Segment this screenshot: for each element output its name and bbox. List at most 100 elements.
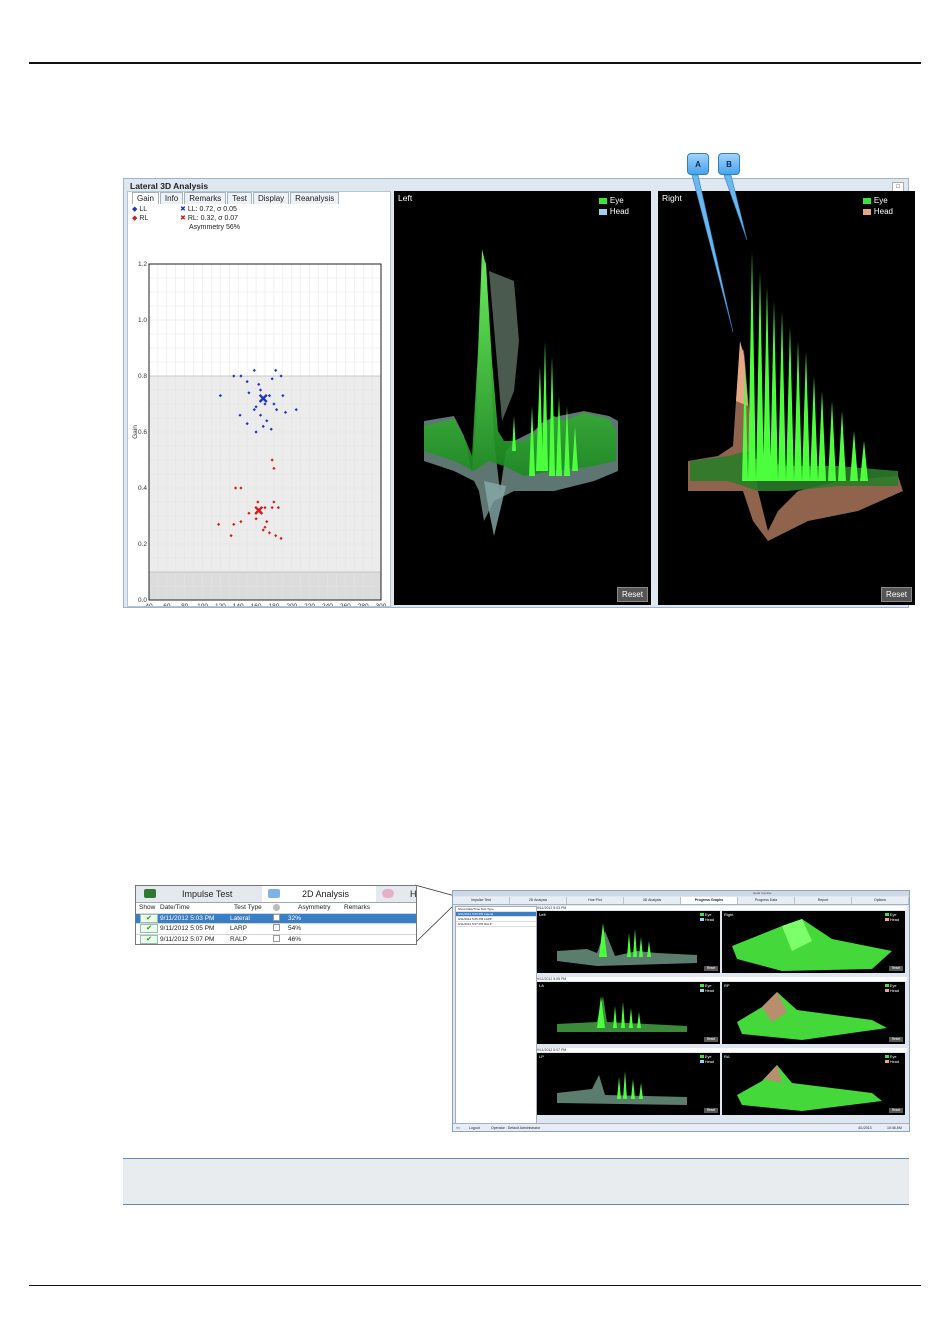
mini-legend: Eye Head xyxy=(699,913,714,923)
eye-label: Eye xyxy=(889,913,897,917)
tab-2d-analysis[interactable]: 2D Analysis xyxy=(262,886,376,902)
app-title: Head Impulse xyxy=(753,891,772,895)
mini-3d-view[interactable]: RA Eye Head Reset xyxy=(722,1053,905,1115)
row-datetime: 9/11/2012 5:03 PM xyxy=(160,914,215,922)
col-datetime: Date/Time xyxy=(160,904,190,911)
tab-label: H xyxy=(410,889,417,899)
head-impulse-app: Head Impulse Impulse Test 2D Analysis Hu… xyxy=(452,890,910,1132)
status-date: 4/1/2013 xyxy=(858,1126,872,1130)
info-icon xyxy=(273,904,280,911)
head-label: Head xyxy=(889,918,899,922)
eye-label: Eye xyxy=(889,984,897,988)
row-header: 9/11/2012 5:03 PM xyxy=(537,906,907,910)
row-checkbox[interactable] xyxy=(273,934,280,942)
reset-button[interactable]: Reset xyxy=(704,1037,718,1042)
row-type: RALP xyxy=(230,935,247,943)
mini-legend: Eye Head xyxy=(884,984,899,994)
row-asymmetry: 54% xyxy=(288,925,302,932)
reset-button[interactable]: Reset xyxy=(704,1108,718,1113)
logout-button[interactable]: Logout xyxy=(469,1124,480,1131)
mini-title: RP xyxy=(724,983,730,988)
app-tabs: Impulse Test 2D Analysis Hue Plot 3D Ana… xyxy=(453,897,909,905)
mini-surface xyxy=(557,1071,687,1105)
tab-2d-analysis[interactable]: 2D Analysis xyxy=(510,897,567,904)
mini-surface xyxy=(737,1065,882,1111)
row-header: 9/11/2012 5:05 PM xyxy=(537,977,907,981)
mini-title: Left xyxy=(539,912,546,917)
check-icon[interactable]: ✔ xyxy=(140,913,158,923)
mini-surface xyxy=(732,919,892,971)
app-titlebar: Head Impulse xyxy=(453,891,909,896)
tab-options[interactable]: Options xyxy=(852,897,909,904)
mini-legend: Eye Head xyxy=(884,1055,899,1065)
col-asymmetry: Asymmetry xyxy=(298,904,331,911)
test-grid: Show Date/Time Test Type Asymmetry Remar… xyxy=(136,903,416,945)
mini-title: Right xyxy=(724,912,734,917)
eye-label: Eye xyxy=(704,984,712,988)
bottom-rule xyxy=(29,1285,921,1286)
col-remarks: Remarks xyxy=(344,904,371,911)
row-asymmetry: 46% xyxy=(288,935,302,943)
row-checkbox[interactable] xyxy=(273,924,280,931)
test-list-zoom-inset: Impulse Test 2D Analysis H Show Date/Tim… xyxy=(135,885,417,945)
reset-button[interactable]: Reset xyxy=(889,966,903,971)
eye-label: Eye xyxy=(889,1055,897,1059)
mini-surface xyxy=(737,992,887,1040)
reset-button[interactable]: Reset xyxy=(889,1108,903,1113)
eye-label: Eye xyxy=(704,913,712,917)
head-label: Head xyxy=(704,989,714,993)
reset-button[interactable]: Reset xyxy=(889,1037,903,1042)
mini-3d-view[interactable]: Left Eye Head Reset xyxy=(537,911,720,973)
inset-tabs: Impulse Test 2D Analysis H xyxy=(136,886,416,903)
head-label: Head xyxy=(889,1060,899,1064)
mini-3d-view[interactable]: LA Eye Head Reset xyxy=(537,982,720,1044)
grid-header: Show Date/Time Test Type Asymmetry Remar… xyxy=(136,903,416,914)
tab-label: Impulse Test xyxy=(182,889,233,899)
mini-3d-view[interactable]: RP Eye Head Reset xyxy=(722,982,905,1044)
row-asymmetry: 32% xyxy=(288,914,302,922)
progress-graphs-area: 9/11/2012 5:03 PM Left Eye Head Reset Rig… xyxy=(537,906,907,1122)
head-label: Head xyxy=(889,989,899,993)
table-row[interactable]: ✔ 9/11/2012 5:05 PM LARP 54% xyxy=(136,924,416,935)
tab-impulse-test[interactable]: Impulse Test xyxy=(136,886,262,902)
back-button[interactable]: << xyxy=(456,1124,460,1131)
status-time: 10:46 AM xyxy=(887,1126,902,1130)
mini-title: LA xyxy=(539,983,544,988)
head-label: Head xyxy=(704,1060,714,1064)
mini-surface xyxy=(557,996,687,1032)
mini-legend: Eye Head xyxy=(699,1055,714,1065)
mini-title: RA xyxy=(724,1054,730,1059)
mini-3d-view[interactable]: Right Eye Head Reset xyxy=(722,911,905,973)
tab-progress-data[interactable]: Progress Data xyxy=(738,897,795,904)
row-header: 9/11/2012 5:07 PM xyxy=(537,1048,907,1052)
row-datetime: 9/11/2012 5:07 PM xyxy=(160,935,215,943)
status-bar: << Logout Operator : Default Administrat… xyxy=(453,1123,909,1131)
table-row[interactable]: ✔ 9/11/2012 5:07 PM RALP 46% xyxy=(136,934,416,945)
tab-progress-graphs[interactable]: Progress Graphs xyxy=(681,897,738,904)
tab-report[interactable]: Report xyxy=(795,897,852,904)
col-show: Show xyxy=(139,904,156,911)
tab-hue-plot[interactable]: Hue Plot xyxy=(567,897,624,904)
mini-3d-view[interactable]: LP Eye Head Reset xyxy=(537,1053,720,1115)
color-wheel-icon xyxy=(382,889,394,898)
col-type: Test Type xyxy=(234,904,262,911)
check-icon[interactable]: ✔ xyxy=(140,934,158,944)
mini-legend: Eye Head xyxy=(699,984,714,994)
row-type: Lateral xyxy=(230,914,250,922)
tab-label: 2D Analysis xyxy=(302,889,350,899)
list-item[interactable]: 9/11/2012 5:07 PM RALP xyxy=(456,922,536,927)
monitor-icon xyxy=(144,889,156,898)
check-icon[interactable]: ✔ xyxy=(140,924,158,933)
table-row[interactable]: ✔ 9/11/2012 5:03 PM Lateral 32% xyxy=(136,913,416,924)
chart-icon xyxy=(268,889,280,898)
row-type: LARP xyxy=(230,925,247,932)
tab-hue-plot[interactable]: H xyxy=(376,886,416,902)
tab-impulse-test[interactable]: Impulse Test xyxy=(453,897,510,904)
note-box xyxy=(123,1158,909,1205)
mini-title: LP xyxy=(539,1054,544,1059)
tab-3d-analysis[interactable]: 3D Analysis xyxy=(624,897,681,904)
row-checkbox[interactable] xyxy=(273,913,280,921)
row-datetime: 9/11/2012 5:05 PM xyxy=(160,925,215,932)
reset-button[interactable]: Reset xyxy=(704,966,718,971)
test-list: Show Date/Time Test Type 9/11/2012 5:03 … xyxy=(455,906,537,1124)
